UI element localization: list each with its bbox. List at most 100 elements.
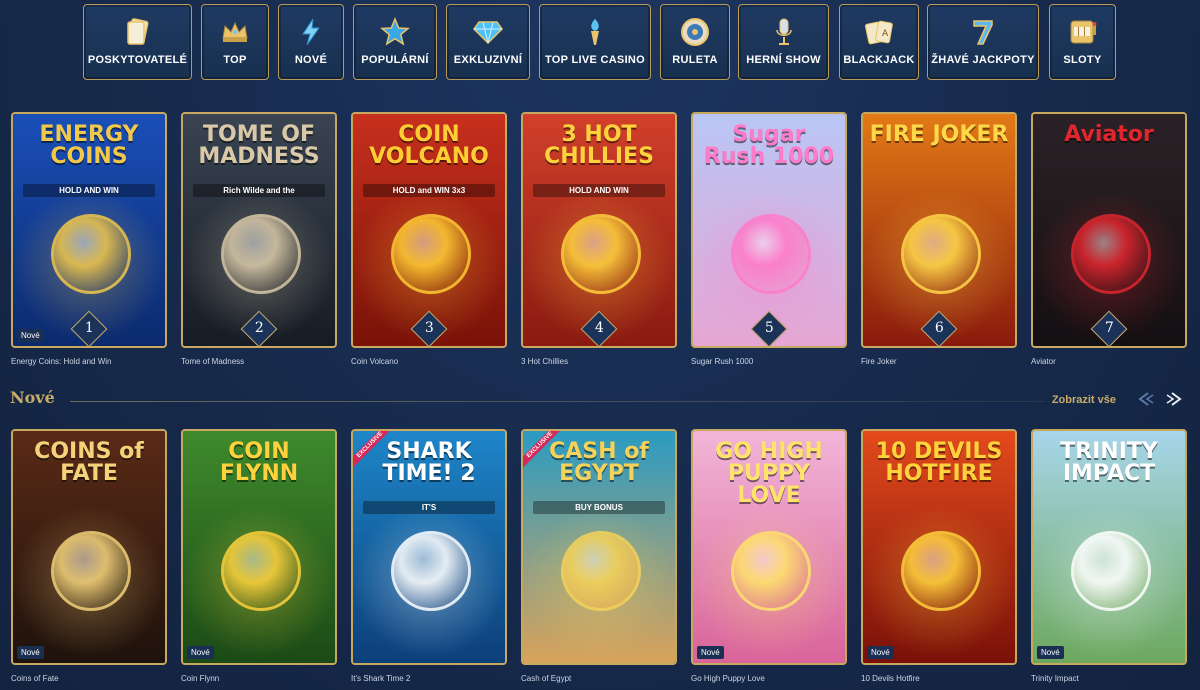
game-name[interactable]: It's Shark Time 2 [351, 674, 410, 683]
game-card[interactable]: BUY BONUS CASH of EGYPT EXCLUSIVE [521, 429, 677, 665]
game-name[interactable]: Cash of Egypt [521, 674, 571, 683]
game-name[interactable]: 3 Hot Chillies [521, 357, 568, 366]
section-title: Nové [10, 388, 55, 407]
game-art-title: COINS of FATE [34, 439, 144, 486]
game-card[interactable]: IT'S SHARK TIME! 2 EXCLUSIVE [351, 429, 507, 665]
rank-number: 6 [934, 320, 944, 337]
new-games-row: COINS of FATE Nové Coins of Fate COIN FLYNN… [0, 429, 1200, 690]
game-card[interactable]: Sugar Rush 1000 5 [691, 112, 847, 348]
category-slot-machine[interactable]: SLOTY [1049, 4, 1116, 80]
crown-icon [220, 17, 250, 47]
game-emblem-icon [731, 531, 811, 611]
game-art-title: 10 DEVILS HOTFIRE [875, 439, 1003, 486]
game-art-subtitle: BUY BONUS [533, 501, 665, 514]
category-star[interactable]: POPULÁRNÍ [353, 4, 437, 80]
category-crown[interactable]: TOP [201, 4, 269, 80]
game-emblem-icon [391, 531, 471, 611]
game-name[interactable]: Fire Joker [861, 357, 897, 366]
game-art-title: COIN VOLCANO [369, 122, 489, 169]
game-name[interactable]: Trinity Impact [1031, 674, 1079, 683]
game-emblem-icon [51, 214, 131, 294]
game-art-title: FIRE JOKER [869, 122, 1009, 147]
game-art-title: SHARK TIME! 2 [382, 439, 476, 486]
game-art-subtitle: IT'S [363, 501, 495, 514]
rank-number: 3 [424, 320, 434, 337]
new-badge: Nové [1037, 646, 1064, 659]
game-card[interactable]: Aviator 7 [1031, 112, 1187, 348]
game-art-title: CASH of EGYPT [549, 439, 649, 486]
star-icon [380, 17, 410, 47]
game-name[interactable]: 10 Devils Hotfire [861, 674, 920, 683]
game-art-subtitle: HOLD AND WIN [533, 184, 665, 197]
category-label: RULETA [672, 54, 718, 66]
game-card[interactable]: FIRE JOKER 6 [861, 112, 1017, 348]
game-card[interactable]: GO HIGH PUPPY LOVE Nové [691, 429, 847, 665]
game-art-title: TOME OF MADNESS [198, 122, 320, 169]
prev-arrow-icon[interactable] [1134, 390, 1156, 408]
game-emblem-icon [901, 214, 981, 294]
category-seven[interactable]: ŽHAVÉ JACKPOTY [927, 4, 1039, 80]
game-art-title: Aviator [1064, 122, 1154, 147]
game-name[interactable]: Sugar Rush 1000 [691, 357, 753, 366]
game-art-title: COIN FLYNN [219, 439, 299, 486]
game-card[interactable]: HOLD and WIN 3x3 COIN VOLCANO 3 [351, 112, 507, 348]
category-nav: POSKYTOVATELÉ TOP NOVÉ POPULÁRNÍ EXKLUZIVNÍ T… [0, 4, 1200, 80]
category-torch[interactable]: TOP LIVE CASINO [539, 4, 651, 80]
svg-text:A: A [882, 29, 889, 39]
category-microphone[interactable]: HERNÍ SHOW [738, 4, 829, 80]
category-label: ŽHAVÉ JACKPOTY [931, 54, 1035, 66]
category-playing-cards[interactable]: A BLACKJACK [839, 4, 919, 80]
game-name[interactable]: Aviator [1031, 357, 1056, 366]
game-emblem-icon [221, 214, 301, 294]
game-name[interactable]: Coin Flynn [181, 674, 219, 683]
rank-number: 1 [84, 320, 94, 337]
category-label: HERNÍ SHOW [746, 54, 821, 66]
rank-number: 5 [764, 320, 774, 337]
category-label: POSKYTOVATELÉ [87, 54, 188, 66]
game-emblem-icon [391, 214, 471, 294]
new-badge: Nové [187, 646, 214, 659]
game-name[interactable]: Coins of Fate [11, 674, 59, 683]
new-badge: Nové [867, 646, 894, 659]
category-roulette[interactable]: RULETA [660, 4, 730, 80]
category-cards[interactable]: POSKYTOVATELÉ [83, 4, 192, 80]
game-art-subtitle: HOLD AND WIN [23, 184, 155, 197]
game-name[interactable]: Tome of Madness [181, 357, 244, 366]
game-card[interactable]: TRINITY IMPACT Nové [1031, 429, 1187, 665]
new-badge: Nové [17, 329, 44, 342]
game-card[interactable]: HOLD AND WIN 3 HOT CHILLIES 4 [521, 112, 677, 348]
game-emblem-icon [221, 531, 301, 611]
show-all-link[interactable]: Zobrazit vše [1052, 394, 1116, 406]
game-name[interactable]: Energy Coins: Hold and Win [11, 357, 112, 366]
new-badge: Nové [17, 646, 44, 659]
seven-icon [968, 17, 998, 47]
diamond-icon [473, 17, 503, 47]
game-art-title: ENERGY COINS [39, 122, 139, 169]
category-diamond[interactable]: EXKLUZIVNÍ [446, 4, 530, 80]
game-card[interactable]: COINS of FATE Nové [11, 429, 167, 665]
category-label: TOP [223, 54, 247, 66]
game-card[interactable]: Rich Wilde and the TOME OF MADNESS 2 [181, 112, 337, 348]
category-label: EXKLUZIVNÍ [453, 54, 523, 66]
game-emblem-icon [561, 214, 641, 294]
game-card[interactable]: 10 DEVILS HOTFIRE Nové [861, 429, 1017, 665]
rank-number: 7 [1104, 320, 1114, 337]
cards-icon [123, 17, 153, 47]
game-card[interactable]: COIN FLYNN Nové [181, 429, 337, 665]
game-emblem-icon [51, 531, 131, 611]
game-art-subtitle: HOLD and WIN 3x3 [363, 184, 495, 197]
category-label: POPULÁRNÍ [361, 54, 429, 66]
game-name[interactable]: Coin Volcano [351, 357, 398, 366]
torch-icon [580, 17, 610, 47]
next-arrow-icon[interactable] [1164, 390, 1186, 408]
category-label: SLOTY [1063, 54, 1102, 66]
new-badge: Nové [697, 646, 724, 659]
slot-machine-icon [1068, 17, 1098, 47]
lightning-icon [296, 17, 326, 47]
game-name[interactable]: Go High Puppy Love [691, 674, 765, 683]
new-section-header: Nové Zobrazit vše [10, 388, 1190, 414]
category-lightning[interactable]: NOVÉ [278, 4, 344, 80]
game-card[interactable]: HOLD AND WIN ENERGY COINS Nové 1 [11, 112, 167, 348]
rank-number: 4 [594, 320, 604, 337]
game-emblem-icon [561, 531, 641, 611]
